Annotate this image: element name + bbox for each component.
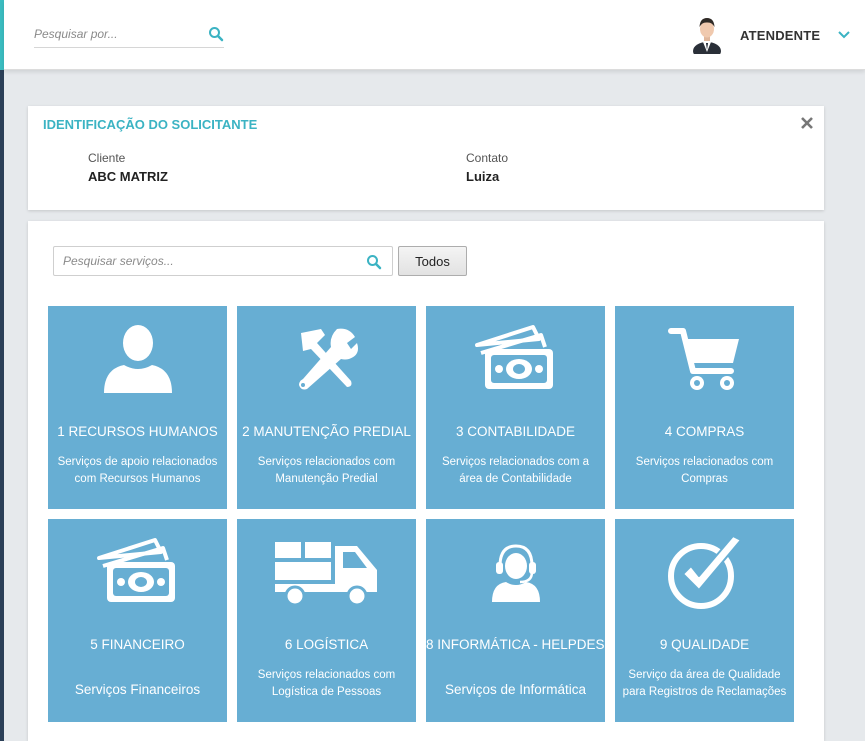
requester-panel: IDENTIFICAÇÃO DO SOLICITANTE Cliente ABC…: [28, 106, 824, 210]
service-tile-informatica-helpdesk[interactable]: 8 INFORMÁTICA - HELPDESK Serviços de Inf…: [426, 519, 614, 722]
client-label: Cliente: [88, 151, 126, 165]
money-icon: [96, 538, 175, 602]
top-search-input[interactable]: [34, 22, 194, 46]
tile-description: Serviços relacionados com Compras: [635, 456, 774, 485]
chevron-down-icon[interactable]: [836, 28, 852, 42]
tile-description: Serviços de Informática: [444, 682, 587, 697]
close-icon[interactable]: [800, 116, 814, 130]
tile-title: 6 LOGÍSTICA: [284, 637, 369, 652]
tile-title: 9 QUALIDADE: [659, 637, 750, 652]
top-search: [34, 22, 224, 48]
tile-title: 8 INFORMÁTICA - HELPDESK: [426, 637, 614, 652]
tile-description: Serviços relacionados com a área de Cont…: [441, 456, 589, 485]
search-icon[interactable]: [208, 26, 224, 42]
tile-title: 4 COMPRAS: [664, 424, 745, 439]
tile-title: 3 CONTABILIDADE: [455, 424, 576, 439]
service-tile-financeiro[interactable]: 5 FINANCEIRO Serviços Financeiros: [48, 519, 227, 722]
tile-title: 1 RECURSOS HUMANOS: [57, 424, 218, 439]
service-tile-manutencao-predial[interactable]: 2 MANUTENÇÃO PREDIAL Serviços relacionad…: [237, 306, 416, 509]
client-value: ABC MATRIZ: [88, 169, 168, 184]
tools-icon: [298, 328, 358, 390]
tile-description: Serviços de apoio relacionados com Recur…: [57, 456, 218, 485]
contact-value: Luiza: [466, 169, 500, 184]
service-search-input[interactable]: [54, 247, 354, 275]
check-circle-icon: [667, 535, 742, 609]
service-tile-contabilidade[interactable]: 3 CONTABILIDADE Serviços relacionados co…: [426, 306, 605, 509]
tile-description: Serviço da área de Qualidade para Regist…: [622, 669, 787, 698]
avatar[interactable]: [692, 14, 722, 54]
services-panel: Todos 1 RECURSOS HUMANOS Serviços de apo…: [28, 221, 824, 741]
user-name[interactable]: ATENDENTE: [740, 28, 820, 43]
user-icon: [103, 325, 172, 393]
tile-description: Serviços Financeiros: [74, 682, 201, 697]
tile-title: 2 MANUTENÇÃO PREDIAL: [242, 424, 411, 439]
tile-description: Serviços relacionados com Manutenção Pre…: [257, 456, 396, 485]
search-icon[interactable]: [366, 254, 382, 270]
service-tile-compras[interactable]: 4 COMPRAS Serviços relacionados com Comp…: [615, 306, 794, 509]
panel-title: IDENTIFICAÇÃO DO SOLICITANTE: [43, 117, 258, 132]
money-icon: [474, 325, 553, 389]
tile-title: 5 FINANCEIRO: [90, 637, 185, 652]
service-tile-recursos-humanos[interactable]: 1 RECURSOS HUMANOS Serviços de apoio rel…: [48, 306, 227, 509]
service-search: [53, 246, 393, 276]
headset-icon: [491, 544, 540, 602]
top-bar: ATENDENTE: [4, 0, 865, 70]
cart-icon: [667, 328, 739, 390]
filter-all-button[interactable]: Todos: [398, 246, 467, 276]
left-sidebar-strip: [0, 0, 4, 741]
contact-label: Contato: [466, 151, 509, 165]
service-tile-qualidade[interactable]: 9 QUALIDADE Serviço da área de Qualidade…: [615, 519, 794, 722]
truck-icon: [274, 542, 377, 607]
tile-description: Serviços relacionados com Logística de P…: [257, 669, 396, 698]
service-tile-logistica[interactable]: 6 LOGÍSTICA Serviços relacionados com Lo…: [237, 519, 416, 722]
